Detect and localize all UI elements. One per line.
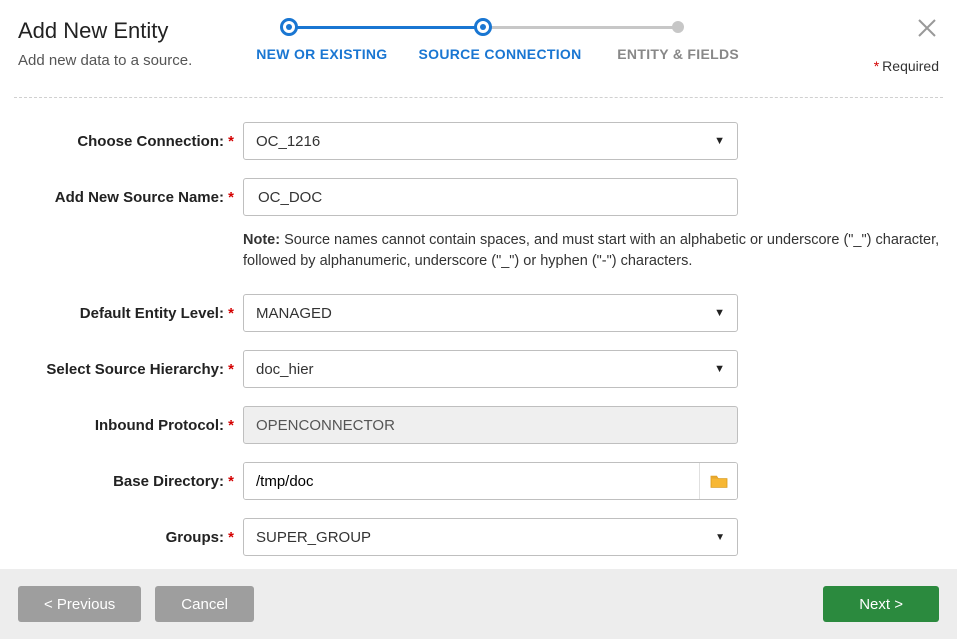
entity-level-value: MANAGED <box>256 305 332 322</box>
form-body: Choose Connection: * OC_1216 ▼ Add New S… <box>0 98 957 556</box>
step-track <box>240 18 760 38</box>
row-connection: Choose Connection: * OC_1216 ▼ <box>0 122 957 160</box>
dialog-header: Add New Entity Add new data to a source.… <box>0 0 957 69</box>
step-label-source-connection[interactable]: SOURCE CONNECTION <box>404 46 597 62</box>
row-note: Note: Source names cannot contain spaces… <box>0 228 957 272</box>
step-dot-3 <box>672 21 684 33</box>
chevron-down-icon: ▼ <box>714 135 725 147</box>
note-prefix: Note: <box>243 232 280 248</box>
connection-select[interactable]: OC_1216 ▼ <box>243 122 738 160</box>
step-label-new-or-existing[interactable]: NEW OR EXISTING <box>240 46 404 62</box>
source-name-input-wrap <box>243 178 738 216</box>
note-body: Source names cannot contain spaces, and … <box>243 232 939 269</box>
source-name-note: Note: Source names cannot contain spaces… <box>243 228 943 272</box>
base-dir-input[interactable] <box>244 463 699 499</box>
browse-button[interactable] <box>699 463 737 499</box>
label-hierarchy: Select Source Hierarchy: * <box>0 361 243 378</box>
asterisk-icon: * <box>228 305 234 322</box>
hierarchy-value: doc_hier <box>256 361 314 378</box>
step-line-2 <box>482 26 676 29</box>
entity-level-select[interactable]: MANAGED ▼ <box>243 294 738 332</box>
asterisk-icon: * <box>228 361 234 378</box>
label-base-dir: Base Directory: * <box>0 473 243 490</box>
groups-value: SUPER_GROUP <box>256 529 371 546</box>
asterisk-icon: * <box>228 529 234 546</box>
chevron-down-icon: ▼ <box>714 307 725 319</box>
source-name-input[interactable] <box>256 179 725 215</box>
close-icon <box>915 16 939 40</box>
next-button[interactable]: Next > <box>823 586 939 622</box>
dialog-footer: < Previous Cancel Next > <box>0 569 957 639</box>
label-connection: Choose Connection: * <box>0 133 243 150</box>
row-hierarchy: Select Source Hierarchy: * doc_hier ▼ <box>0 350 957 388</box>
step-dot-1[interactable] <box>280 18 298 36</box>
asterisk-icon: * <box>228 133 234 150</box>
protocol-field: OPENCONNECTOR <box>243 406 738 444</box>
label-entity-level: Default Entity Level: * <box>0 305 243 322</box>
step-line-1 <box>288 26 482 29</box>
step-labels: NEW OR EXISTING SOURCE CONNECTION ENTITY… <box>240 46 760 62</box>
asterisk-icon: * <box>228 473 234 490</box>
required-indicator: *Required <box>874 58 939 74</box>
asterisk-icon: * <box>874 58 879 74</box>
asterisk-icon: * <box>228 417 234 434</box>
step-label-entity-fields: ENTITY & FIELDS <box>596 46 760 62</box>
groups-select[interactable]: SUPER_GROUP ▼ <box>243 518 738 556</box>
folder-icon <box>709 473 729 489</box>
connection-value: OC_1216 <box>256 133 320 150</box>
hierarchy-select[interactable]: doc_hier ▼ <box>243 350 738 388</box>
close-button[interactable] <box>915 16 939 44</box>
step-dot-2[interactable] <box>474 18 492 36</box>
row-base-dir: Base Directory: * <box>0 462 957 500</box>
row-protocol: Inbound Protocol: * OPENCONNECTOR <box>0 406 957 444</box>
cancel-button[interactable]: Cancel <box>155 586 254 622</box>
label-protocol: Inbound Protocol: * <box>0 417 243 434</box>
protocol-value: OPENCONNECTOR <box>256 417 395 434</box>
chevron-down-icon: ▼ <box>715 532 725 543</box>
row-source-name: Add New Source Name: * <box>0 178 957 216</box>
previous-button[interactable]: < Previous <box>18 586 141 622</box>
label-groups: Groups: * <box>0 529 243 546</box>
required-label: Required <box>882 58 939 74</box>
asterisk-icon: * <box>228 189 234 206</box>
wizard-stepper: NEW OR EXISTING SOURCE CONNECTION ENTITY… <box>240 18 760 62</box>
label-source-name: Add New Source Name: * <box>0 189 243 206</box>
base-dir-wrap <box>243 462 738 500</box>
row-entity-level: Default Entity Level: * MANAGED ▼ <box>0 294 957 332</box>
chevron-down-icon: ▼ <box>714 363 725 375</box>
row-groups: Groups: * SUPER_GROUP ▼ <box>0 518 957 556</box>
